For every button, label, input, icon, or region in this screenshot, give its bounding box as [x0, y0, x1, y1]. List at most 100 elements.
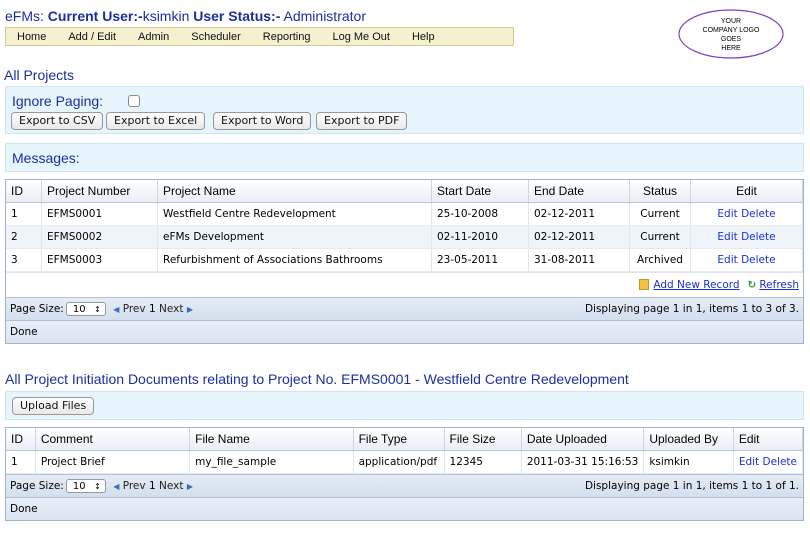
table-row[interactable]: 1 Project Brief my_file_sample applicati… — [6, 450, 804, 474]
nav-add-edit[interactable]: Add / Edit — [57, 31, 127, 43]
cell-project-number: EFMS0003 — [41, 248, 158, 272]
col-file-name[interactable]: File Name — [189, 428, 354, 451]
current-page[interactable]: 1 — [149, 480, 156, 492]
logo-line: YOUR — [721, 18, 741, 25]
edit-link[interactable]: Edit — [717, 231, 737, 243]
cell-edit: Edit Delete — [690, 225, 803, 249]
grid-header-row: ID Comment File Name File Type File Size… — [6, 428, 804, 451]
status-label: User Status:- — [189, 8, 281, 24]
edit-link[interactable]: Edit — [717, 208, 737, 220]
cell-id: 3 — [6, 248, 42, 272]
header-title: eFMs: Current User:-ksimkin User Status:… — [5, 8, 366, 24]
upload-panel: Upload Files — [5, 391, 804, 420]
current-page[interactable]: 1 — [149, 303, 156, 315]
nav-help[interactable]: Help — [401, 31, 446, 43]
col-id[interactable]: ID — [6, 180, 42, 203]
col-edit: Edit — [690, 180, 803, 203]
page-size-value: 10 — [72, 304, 86, 315]
app-prefix: eFMs: — [5, 8, 48, 24]
page-size-select[interactable]: 10 ↕ — [65, 479, 106, 493]
prev-arrow-icon[interactable]: ◀ — [113, 482, 119, 491]
nav-log-out[interactable]: Log Me Out — [321, 31, 400, 43]
cell-project-name: Refurbishment of Associations Bathrooms — [157, 248, 432, 272]
col-file-size[interactable]: File Size — [444, 428, 522, 451]
documents-grid: ID Comment File Name File Type File Size… — [5, 427, 804, 521]
export-excel-button[interactable]: Export to Excel — [106, 112, 206, 130]
documents-title: All Project Initiation Documents relatin… — [5, 371, 629, 387]
table-row[interactable]: 2 EFMS0002 eFMs Development 02-11-2010 0… — [6, 225, 803, 249]
col-file-type[interactable]: File Type — [353, 428, 445, 451]
col-date-uploaded[interactable]: Date Uploaded — [521, 428, 645, 451]
cell-project-name: Westfield Centre Redevelopment — [157, 202, 432, 226]
select-arrows-icon: ↕ — [94, 305, 101, 314]
projects-title: All Projects — [4, 67, 75, 83]
col-uploaded-by[interactable]: Uploaded By — [643, 428, 734, 451]
pager: Page Size: 10 ↕ ◀ Prev 1 Next ▶ Displaying… — [6, 297, 803, 320]
cell-project-number: EFMS0001 — [41, 202, 158, 226]
nav-scheduler[interactable]: Scheduler — [180, 31, 252, 43]
upload-files-button[interactable]: Upload Files — [12, 397, 95, 415]
next-arrow-icon[interactable]: ▶ — [187, 482, 193, 491]
col-comment[interactable]: Comment — [35, 428, 191, 451]
refresh-link[interactable]: Refresh — [759, 279, 799, 291]
next-page-link[interactable]: Next — [159, 480, 183, 492]
cell-id: 1 — [6, 202, 42, 226]
cell-comment: Project Brief — [35, 450, 191, 474]
edit-link[interactable]: Edit — [717, 254, 737, 266]
table-row[interactable]: 1 EFMS0001 Westfield Centre Redevelopmen… — [6, 202, 803, 226]
cell-uploaded-by: ksimkin — [643, 450, 734, 474]
ignore-paging-checkbox[interactable] — [128, 95, 140, 107]
nav-home[interactable]: Home — [6, 31, 57, 43]
edit-link[interactable]: Edit — [739, 456, 759, 468]
ignore-paging-label: Ignore Paging: — [12, 93, 104, 109]
page-size-label: Page Size: — [10, 480, 64, 492]
user-name: ksimkin — [142, 8, 190, 24]
prev-arrow-icon[interactable]: ◀ — [113, 305, 119, 314]
cell-file-type: application/pdf — [353, 450, 445, 474]
cell-status: Current — [629, 225, 691, 249]
refresh-icon: ↻ — [747, 279, 757, 291]
next-arrow-icon[interactable]: ▶ — [187, 305, 193, 314]
delete-link[interactable]: Delete — [741, 231, 776, 243]
select-arrows-icon: ↕ — [94, 482, 101, 491]
delete-link[interactable]: Delete — [763, 456, 798, 468]
logo-line: COMPANY LOGO — [703, 27, 760, 34]
col-project-name[interactable]: Project Name — [157, 180, 432, 203]
next-page-link[interactable]: Next — [159, 303, 183, 315]
table-row[interactable]: 3 EFMS0003 Refurbishment of Associations… — [6, 248, 803, 272]
page-size-select[interactable]: 10 ↕ — [65, 302, 106, 316]
cell-start-date: 02-11-2010 — [431, 225, 529, 249]
prev-page-link[interactable]: Prev — [123, 303, 146, 315]
delete-link[interactable]: Delete — [741, 254, 776, 266]
cell-status: Current — [629, 202, 691, 226]
delete-link[interactable]: Delete — [741, 208, 776, 220]
col-start-date[interactable]: Start Date — [431, 180, 529, 203]
main-nav: Home Add / Edit Admin Scheduler Reportin… — [5, 27, 514, 46]
export-word-button[interactable]: Export to Word — [213, 112, 312, 130]
col-project-number[interactable]: Project Number — [41, 180, 158, 203]
add-record-icon — [639, 279, 650, 290]
export-pdf-button[interactable]: Export to PDF — [316, 112, 408, 130]
cell-id: 1 — [6, 450, 36, 474]
pager-summary: Displaying page 1 in 1, items 1 to 1 of … — [584, 480, 799, 492]
nav-reporting[interactable]: Reporting — [252, 31, 322, 43]
nav-admin[interactable]: Admin — [127, 31, 180, 43]
cell-file-name: my_file_sample — [189, 450, 354, 474]
add-new-record-link[interactable]: Add New Record — [653, 279, 739, 291]
col-edit: Edit — [733, 428, 804, 451]
cell-project-name: eFMs Development — [157, 225, 432, 249]
company-logo: YOUR COMPANY LOGO GOES HERE — [678, 9, 784, 59]
prev-page-link[interactable]: Prev — [123, 480, 146, 492]
status-bar: Done — [6, 320, 803, 343]
cell-edit: Edit Delete — [690, 248, 803, 272]
messages-panel: Messages: — [5, 143, 804, 172]
cell-project-number: EFMS0002 — [41, 225, 158, 249]
export-panel: Ignore Paging: Export to CSV Export to E… — [5, 86, 804, 134]
export-csv-button[interactable]: Export to CSV — [11, 112, 104, 130]
messages-label: Messages: — [12, 150, 80, 166]
cell-start-date: 25-10-2008 — [431, 202, 529, 226]
col-status[interactable]: Status — [629, 180, 691, 203]
col-end-date[interactable]: End Date — [528, 180, 630, 203]
col-id[interactable]: ID — [6, 428, 36, 451]
cell-date-uploaded: 2011-03-31 15:16:53 — [521, 450, 645, 474]
